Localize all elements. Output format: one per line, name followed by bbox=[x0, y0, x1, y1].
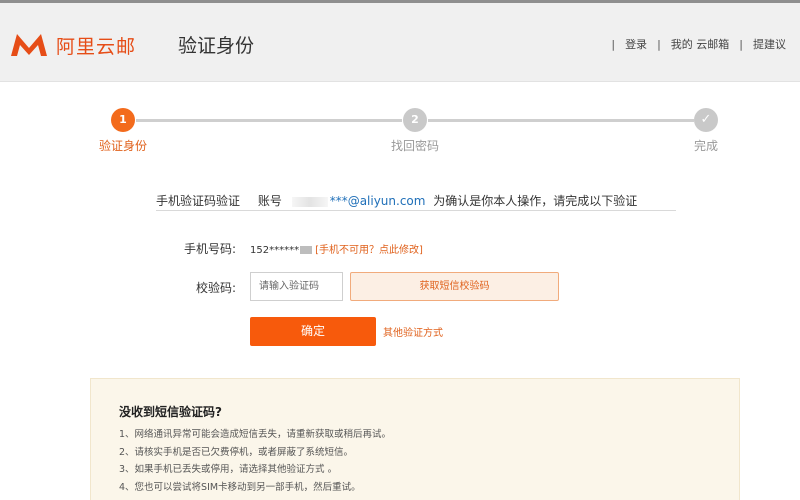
header: 阿里云邮 验证身份 | 登录 | 我的 云邮箱 | 提建议 bbox=[0, 0, 800, 82]
verification-info: 手机验证码验证 账号 ***@aliyun.com 为确认是你本人操作，请完成以… bbox=[156, 192, 676, 212]
help-item: 2、请核实手机是否已欠费停机，或者屏蔽了系统短信。 bbox=[119, 446, 354, 458]
logo-icon bbox=[11, 34, 47, 56]
help-item: 1、网络通讯异常可能会造成短信丢失，请重新获取或稍后再试。 bbox=[119, 429, 392, 440]
nav-separator: | bbox=[611, 37, 616, 51]
account-email: ***@aliyun.com bbox=[329, 194, 426, 208]
nav-feedback-link[interactable]: 提建议 bbox=[753, 36, 786, 52]
check-icon: ✓ bbox=[694, 108, 718, 132]
confirm-button[interactable]: 确定 bbox=[250, 317, 376, 346]
step-3-label: 完成 bbox=[693, 139, 719, 153]
phone-row: 152****** [手机不可用？点此修改] bbox=[250, 241, 423, 256]
other-method-link[interactable]: 其他验证方式 bbox=[383, 324, 443, 339]
nav-my-mailbox-link[interactable]: 我的 云邮箱 bbox=[671, 36, 730, 52]
step-1-circle: 1 bbox=[111, 108, 135, 132]
instruction-text: 为确认是你本人操作，请完成以下验证 bbox=[433, 194, 638, 208]
step-2-label: 找回密码 bbox=[390, 139, 440, 153]
phone-label: 手机号码: bbox=[183, 242, 236, 256]
page-title: 验证身份 bbox=[178, 35, 255, 57]
get-sms-code-button[interactable]: 获取短信校验码 bbox=[350, 272, 559, 301]
logo[interactable]: 阿里云邮 bbox=[8, 31, 136, 59]
help-title: 没收到短信验证码? bbox=[119, 405, 222, 419]
nav-separator: | bbox=[657, 37, 661, 51]
step-connector bbox=[428, 119, 694, 122]
help-item: 3、如果手机已丢失或停用，请选择其他验证方式 。 bbox=[119, 464, 338, 475]
help-list: 1、网络通讯异常可能会造成短信丢失，请重新获取或稍后再试。 2、请核实手机是否已… bbox=[119, 426, 391, 496]
phone-value: 152****** bbox=[250, 245, 300, 256]
help-panel: 没收到短信验证码? 1、网络通讯异常可能会造成短信丢失，请重新获取或稍后再试。 … bbox=[90, 378, 740, 500]
account-masked bbox=[291, 196, 328, 207]
phone-masked bbox=[300, 246, 313, 254]
top-nav: | 登录 | 我的 云邮箱 | 提建议 bbox=[601, 36, 786, 52]
phone-change-link[interactable]: [手机不可用？点此修改] bbox=[315, 245, 423, 256]
divider bbox=[156, 210, 676, 211]
nav-separator: | bbox=[739, 37, 743, 51]
method-label: 手机验证码验证 bbox=[156, 194, 241, 208]
logo-text: 阿里云邮 bbox=[56, 35, 137, 58]
code-label: 校验码: bbox=[195, 281, 236, 295]
help-item: 4、您也可以尝试将SIM卡移动到另一部手机，然后重试。 bbox=[119, 481, 361, 493]
step-2-circle: 2 bbox=[403, 108, 427, 132]
nav-login-link[interactable]: 登录 bbox=[625, 36, 647, 52]
account-prefix: 账号 bbox=[257, 194, 282, 208]
step-progress: 1 2 ✓ 验证身份 找回密码 完成 bbox=[0, 100, 800, 160]
code-input[interactable] bbox=[250, 272, 343, 301]
step-connector bbox=[136, 119, 402, 122]
step-1-label: 验证身份 bbox=[98, 139, 148, 153]
